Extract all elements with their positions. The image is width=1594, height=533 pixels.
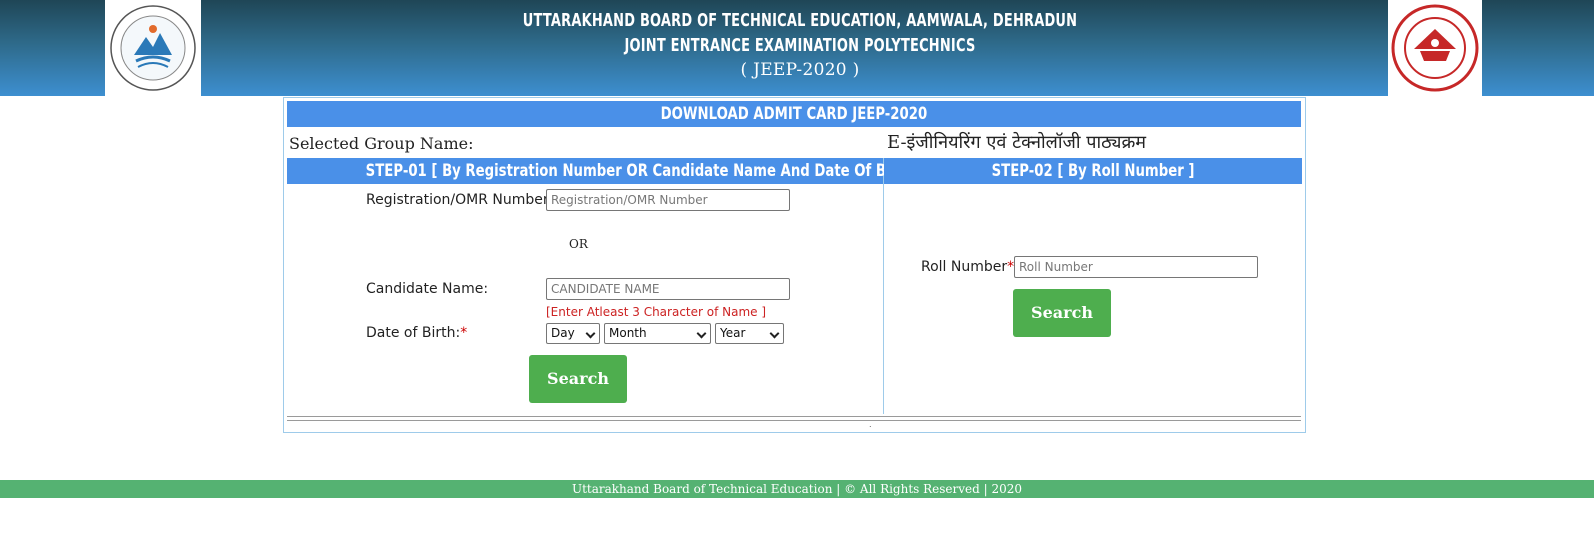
roll-number-label: Roll Number*	[921, 259, 1014, 275]
header-board-name: UTTARAKHAND BOARD OF TECHNICAL EDUCATION…	[522, 10, 1078, 31]
header-title-block: UTTARAKHAND BOARD OF TECHNICAL EDUCATION…	[380, 8, 1220, 83]
or-separator: OR	[569, 237, 588, 251]
dob-month-select[interactable]: Month	[604, 323, 711, 344]
candidate-name-input[interactable]	[546, 278, 790, 300]
step1-search-button[interactable]: Search	[529, 355, 627, 403]
dob-year-select[interactable]: Year	[715, 323, 784, 344]
page-header: UTTARAKHAND BOARD OF TECHNICAL EDUCATION…	[0, 0, 1594, 96]
step1-section: STEP-01 [ By Registration Number OR Cand…	[287, 158, 924, 414]
dob-label: Date of Birth:*	[366, 325, 467, 341]
header-exam-name: JOINT ENTRANCE EXAMINATION POLYTECHNICS	[624, 35, 976, 56]
admit-card-panel: DOWNLOAD ADMIT CARD JEEP-2020 Selected G…	[283, 97, 1306, 433]
page-footer: Uttarakhand Board of Technical Education…	[0, 480, 1594, 498]
divider-dot: .	[869, 420, 872, 429]
panel-divider	[287, 416, 1301, 421]
candidate-name-hint: [Enter Atleast 3 Character of Name ]	[546, 305, 767, 319]
header-exam-year: ( JEEP-2020 )	[740, 60, 860, 80]
step2-title: STEP-02 [ By Roll Number ]	[991, 161, 1195, 181]
step1-title: STEP-01 [ By Registration Number OR Cand…	[365, 161, 924, 181]
dob-required-mark: *	[460, 325, 468, 341]
board-logo-left	[105, 0, 201, 96]
step2-title-bar: STEP-02 [ By Roll Number ]	[884, 158, 1302, 184]
step1-title-bar: STEP-01 [ By Registration Number OR Cand…	[287, 158, 924, 184]
group-name-value: E-इंजीनियरिंग एवं टेक्नोलॉजी पाठ्यक्रम	[887, 132, 1147, 153]
dob-day-select[interactable]: Day	[546, 323, 600, 344]
group-name-label: Selected Group Name:	[289, 134, 474, 153]
dob-year-value: Year	[720, 326, 746, 340]
step2-search-button[interactable]: Search	[1013, 289, 1111, 337]
footer-text: Uttarakhand Board of Technical Education…	[571, 482, 1023, 496]
registration-label: Registration/OMR Number:	[366, 192, 554, 208]
panel-title-bar: DOWNLOAD ADMIT CARD JEEP-2020	[287, 101, 1301, 127]
emblem-icon	[110, 5, 196, 91]
dob-day-value: Day	[551, 326, 575, 340]
roll-number-label-text: Roll Number	[921, 259, 1008, 275]
candidate-name-label: Candidate Name:	[366, 281, 489, 297]
step2-section: STEP-02 [ By Roll Number ] Roll Number* …	[884, 158, 1302, 414]
seal-icon	[1391, 4, 1479, 92]
registration-input[interactable]	[546, 189, 790, 211]
panel-title: DOWNLOAD ADMIT CARD JEEP-2020	[660, 104, 928, 124]
dob-label-text: Date of Birth:	[366, 325, 461, 341]
roll-number-input[interactable]	[1014, 256, 1258, 278]
dob-month-value: Month	[609, 326, 647, 340]
board-logo-right	[1388, 0, 1482, 96]
